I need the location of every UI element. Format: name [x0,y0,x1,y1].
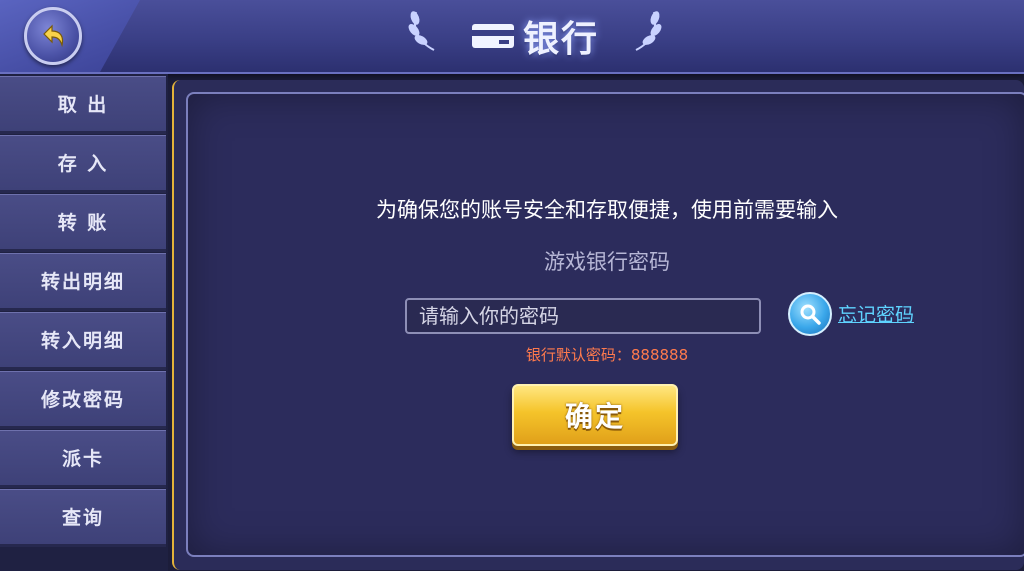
sidebar-item-transfer-out-details[interactable]: 转出明细 [0,253,166,311]
security-message-subtitle: 游戏银行密码 [544,250,670,274]
sidebar-item-change-password[interactable]: 修改密码 [0,371,166,429]
top-bar: 银行 [0,0,1024,74]
sidebar-item-transfer-in-details[interactable]: 转入明细 [0,312,166,370]
password-panel: 为确保您的账号安全和存取便捷，使用前需要输入 游戏银行密码 忘记密码 银行默认密… [186,92,1024,557]
sidebar-item-deposit[interactable]: 存 入 [0,135,166,193]
security-message: 为确保您的账号安全和存取便捷，使用前需要输入 [376,198,838,222]
default-password-hint: 银行默认密码：888888 [525,346,689,364]
bank-card-icon [471,24,514,48]
sidebar-item-withdraw[interactable]: 取 出 [0,76,166,134]
password-input[interactable] [405,298,761,334]
forgot-password-link[interactable]: 忘记密码 [838,300,914,327]
sidebar-item-transfer[interactable]: 转 账 [0,194,166,252]
back-button[interactable] [24,7,82,65]
forgot-password-search-button[interactable] [788,292,832,336]
sidebar-item-query[interactable]: 查询 [0,489,166,547]
laurel-right-icon [635,11,662,51]
sidebar-item-issue-card[interactable]: 派卡 [0,430,166,488]
search-icon [800,304,821,325]
sidebar: 取 出 存 入 转 账 转出明细 转入明细 修改密码 派卡 查询 [0,74,168,571]
page-title-text: 银行 [522,19,599,60]
confirm-button[interactable]: 确定 [512,384,678,446]
back-arrow-icon [43,24,64,48]
